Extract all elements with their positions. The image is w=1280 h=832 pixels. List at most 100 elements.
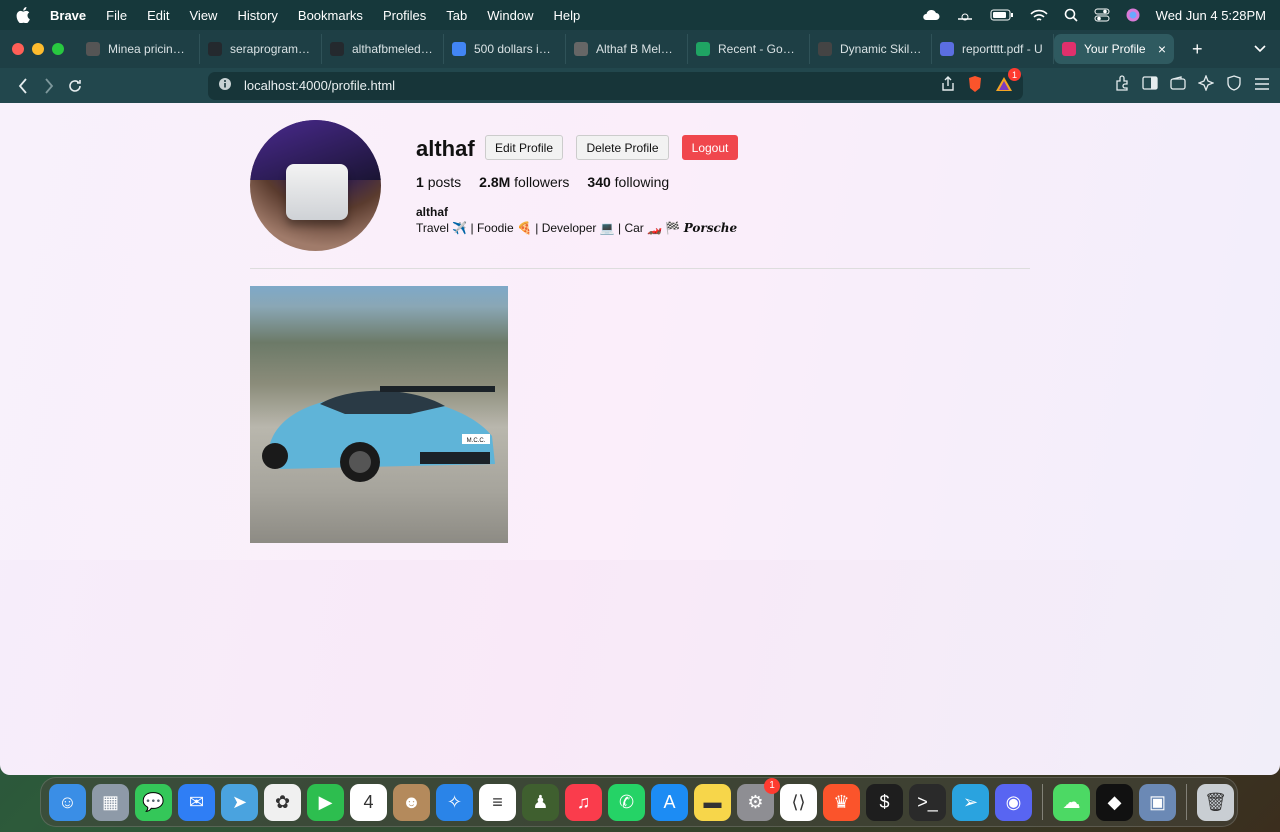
finder-icon[interactable]: ☺	[49, 783, 86, 821]
discord-icon[interactable]: ◉	[995, 783, 1032, 821]
url-text[interactable]: localhost:4000/profile.html	[244, 78, 395, 93]
brave-rewards-icon[interactable]: 1	[995, 68, 1021, 95]
clock-text[interactable]: Wed Jun 4 5:28PM	[1156, 8, 1266, 23]
music-icon[interactable]: ♫	[565, 783, 602, 821]
leo-ai-icon[interactable]	[1197, 74, 1215, 96]
photos-icon[interactable]: ✿	[264, 783, 301, 821]
followers-stat[interactable]: 2.8M followers	[479, 174, 569, 190]
brave-icon[interactable]: ♛	[823, 783, 860, 821]
brave-shields-icon[interactable]	[967, 75, 983, 96]
maps-icon[interactable]: ➤	[221, 783, 258, 821]
minimize-window-button[interactable]	[32, 43, 44, 55]
mail-icon[interactable]: ✉	[178, 783, 215, 821]
post-thumbnail[interactable]: M.C.C.	[250, 286, 508, 543]
trash-icon[interactable]: 🗑	[1197, 783, 1234, 821]
extensions-icon[interactable]	[1114, 75, 1130, 96]
browser-tab[interactable]: Recent - Google	[688, 34, 810, 64]
delete-profile-button[interactable]: Delete Profile	[576, 135, 669, 160]
menu-view[interactable]: View	[190, 8, 218, 23]
contacts-icon[interactable]: ☻	[393, 783, 430, 821]
menu-tab[interactable]: Tab	[446, 8, 467, 23]
logout-button[interactable]: Logout	[682, 135, 738, 160]
unity-glyph: ◆	[1107, 791, 1122, 812]
google-drive-icon	[696, 42, 710, 56]
browser-tab[interactable]: 500 dollars in rs	[444, 34, 566, 64]
vscode-icon[interactable]: ⟨⟩	[780, 783, 817, 821]
notes-icon[interactable]: ▬	[694, 783, 731, 821]
bio-name: althaf	[416, 205, 449, 219]
menu-bookmarks[interactable]: Bookmarks	[298, 8, 363, 23]
app-store-icon[interactable]: A	[651, 783, 688, 821]
browser-tab[interactable]: seraprogrammer	[200, 34, 322, 64]
menu-profiles[interactable]: Profiles	[383, 8, 426, 23]
zoom-window-button[interactable]	[52, 43, 64, 55]
brightness-icon[interactable]	[956, 9, 974, 21]
music-glyph: ♫	[576, 791, 591, 812]
menu-edit[interactable]: Edit	[147, 8, 169, 23]
contacts-glyph: ☻	[402, 791, 421, 812]
safari-icon[interactable]: ✧	[436, 783, 473, 821]
preview-icon[interactable]: ▣	[1139, 783, 1176, 821]
photos-glyph: ✿	[274, 791, 291, 812]
following-stat[interactable]: 340 following	[587, 174, 669, 190]
terminal-2-icon[interactable]: >_	[909, 783, 946, 821]
minea-icon	[86, 42, 100, 56]
facetime-icon[interactable]: ▶	[307, 783, 344, 821]
address-bar[interactable]: localhost:4000/profile.html 1	[208, 68, 1023, 100]
tab-title: Althaf B Meledat	[596, 42, 679, 56]
messages-icon[interactable]: 💬	[135, 783, 172, 821]
menu-bar: Brave File Edit View History Bookmarks P…	[0, 0, 1280, 30]
share-icon[interactable]	[941, 76, 955, 95]
unity-icon[interactable]: ◆	[1096, 783, 1133, 821]
posts-count: 1	[416, 174, 424, 190]
reminders-glyph: ≡	[492, 791, 503, 812]
menu-icon[interactable]	[1254, 77, 1270, 95]
calendar-icon[interactable]: 4	[350, 783, 387, 821]
cloud-icon[interactable]	[922, 9, 940, 21]
control-center-icon[interactable]	[1094, 8, 1110, 22]
menu-file[interactable]: File	[106, 8, 127, 23]
launchpad-icon[interactable]: ▦	[92, 783, 129, 821]
menu-window[interactable]: Window	[487, 8, 533, 23]
wallet-icon[interactable]	[1170, 76, 1186, 95]
menu-history[interactable]: History	[237, 8, 277, 23]
search-icon[interactable]	[1064, 8, 1078, 22]
browser-tab[interactable]: Your Profile ×	[1054, 34, 1174, 64]
siri-icon[interactable]	[1126, 8, 1140, 22]
close-window-button[interactable]	[12, 43, 24, 55]
brave-glyph: ♛	[833, 791, 850, 812]
browser-tab[interactable]: Althaf B Meledat	[566, 34, 688, 64]
safari-glyph: ✧	[446, 791, 463, 812]
system-settings-icon[interactable]: ⚙ 1	[737, 777, 780, 821]
site-info-icon[interactable]	[218, 77, 232, 94]
menu-app-name[interactable]: Brave	[50, 8, 86, 23]
dock-apps-right: ☁ ◆ ▣	[1053, 783, 1176, 821]
close-tab-icon[interactable]: ×	[1158, 41, 1166, 57]
reminders-icon[interactable]: ≡	[479, 783, 516, 821]
following-label: following	[614, 174, 670, 190]
reload-button[interactable]	[62, 78, 88, 94]
edit-profile-button[interactable]: Edit Profile	[485, 135, 563, 160]
menu-help[interactable]: Help	[554, 8, 581, 23]
cloud-download-icon[interactable]: ☁	[1053, 783, 1090, 821]
github-icon	[330, 42, 344, 56]
chess-icon[interactable]: ♟	[522, 783, 559, 821]
browser-tab[interactable]: Dynamic Skill Sh	[810, 34, 932, 64]
battery-icon[interactable]	[990, 9, 1014, 21]
new-tab-button[interactable]: +	[1192, 39, 1203, 60]
whatsapp-icon[interactable]: ✆	[608, 783, 645, 821]
tab-list-chevron-icon[interactable]	[1254, 42, 1266, 56]
back-button[interactable]	[10, 77, 36, 94]
browser-tab[interactable]: althafbmeledath	[322, 34, 444, 64]
followers-label: followers	[514, 174, 570, 190]
browser-tab[interactable]: Minea pricing pl	[78, 34, 200, 64]
browser-tab[interactable]: reportttt.pdf - U	[932, 34, 1054, 64]
sidebar-icon[interactable]	[1142, 76, 1158, 95]
apple-menu-icon[interactable]	[16, 7, 36, 23]
telegram-icon[interactable]: ➢	[952, 783, 989, 821]
profile-avatar[interactable]	[250, 120, 381, 251]
wifi-icon[interactable]	[1030, 9, 1048, 22]
terminal-icon[interactable]: $	[866, 783, 903, 821]
forward-button[interactable]	[36, 77, 62, 94]
vpn-icon[interactable]	[1226, 75, 1242, 96]
